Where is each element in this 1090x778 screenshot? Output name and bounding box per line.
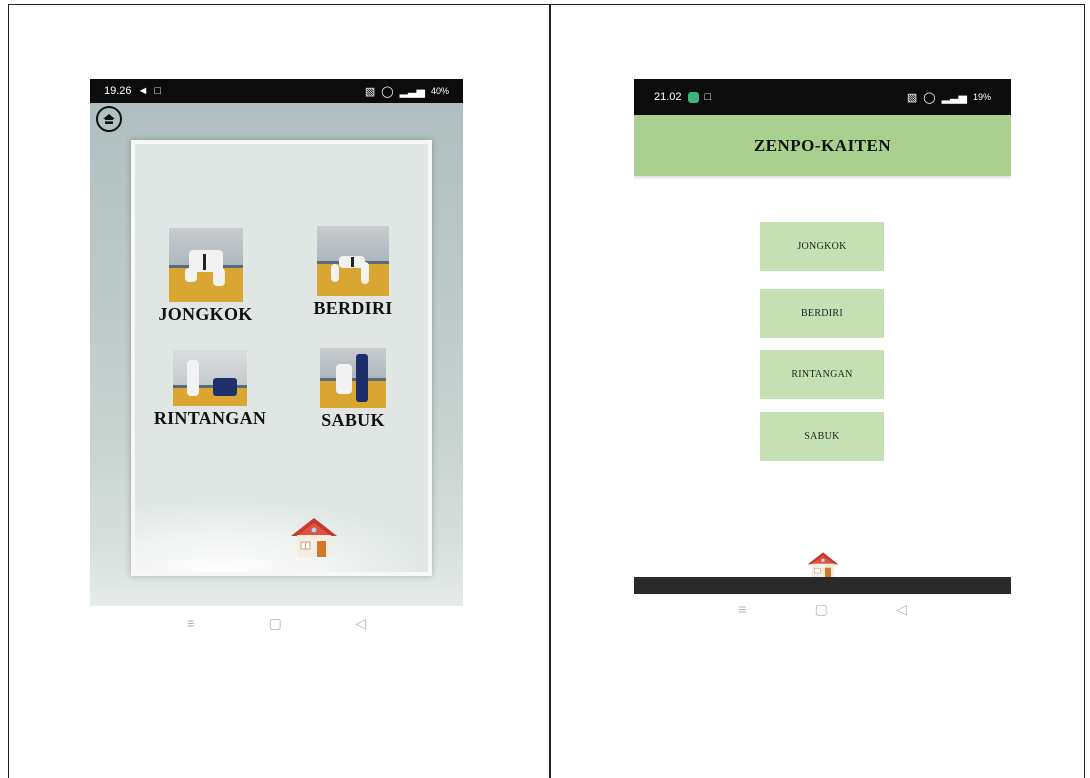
tile-label: BERDIRI (313, 298, 393, 318)
square-nav-icon[interactable]: ▢ (269, 615, 282, 632)
tile-jongkok[interactable]: JONGKOK (153, 228, 258, 325)
tile-label: SABUK (321, 410, 385, 430)
left-phone-screen: 19.26 ◄ □ ▧ ◯ ▂▃▅ 40% JONGKOK BERDIRI RI… (90, 79, 463, 606)
tile-label: JONGKOK (158, 304, 253, 324)
house-icon[interactable] (289, 516, 339, 558)
alarm-icon: ◯ (381, 85, 394, 98)
table-divider (549, 4, 551, 778)
signal-icon: ▂▃▅ (399, 85, 425, 98)
button-label: RINTANGAN (791, 369, 853, 380)
signal-icon: ▂▃▅ (941, 91, 967, 104)
menu-card: JONGKOK BERDIRI RINTANGAN SABUK (131, 140, 432, 576)
button-label: SABUK (804, 431, 840, 442)
vibrate-icon: ▧ (364, 85, 376, 98)
square-nav-icon[interactable]: ▢ (815, 601, 828, 618)
tile-rintangan[interactable]: RINTANGAN (145, 350, 275, 429)
wave-decoration (135, 502, 428, 572)
button-label: BERDIRI (800, 308, 844, 319)
screen-icon: □ (154, 85, 162, 97)
back-triangle-icon[interactable]: ◁ (355, 615, 366, 632)
left-nav-bar: ≡ ▢ ◁ (90, 606, 463, 640)
home-circle-icon[interactable] (96, 106, 122, 132)
left-status-bar: 19.26 ◄ □ ▧ ◯ ▂▃▅ 40% (90, 79, 463, 103)
back-triangle-icon[interactable]: ◁ (896, 601, 907, 618)
button-label: JONGKOK (797, 241, 847, 252)
vibrate-icon: ▧ (906, 91, 918, 104)
right-phone-screen: 21.02 □ ▧ ◯ ▂▃▅ 19% ZENPO-KAITEN JONGKOK… (634, 79, 1011, 594)
app-notification-icon (687, 91, 699, 103)
sabuk-photo (320, 348, 386, 408)
alarm-icon: ◯ (923, 91, 936, 104)
right-battery-level: 19% (972, 92, 991, 102)
berdiri-photo (317, 226, 389, 296)
page-title: ZENPO-KAITEN (753, 135, 892, 155)
screen-icon: □ (704, 91, 712, 103)
sabuk-button[interactable]: SABUK (760, 412, 884, 461)
right-status-time: 21.02 (654, 91, 682, 103)
rintangan-button[interactable]: RINTANGAN (760, 350, 884, 399)
bottom-dark-bar (634, 577, 1011, 594)
left-battery-level: 40% (430, 86, 449, 96)
house-icon[interactable] (806, 551, 840, 579)
send-icon: ◄ (137, 85, 149, 97)
jongkok-photo (168, 228, 243, 302)
right-status-bar: 21.02 □ ▧ ◯ ▂▃▅ 19% (634, 79, 1011, 115)
jongkok-button[interactable]: JONGKOK (760, 222, 884, 271)
left-status-time: 19.26 (104, 85, 132, 97)
tile-berdiri[interactable]: BERDIRI (303, 226, 403, 319)
menu-nav-icon[interactable]: ≡ (187, 615, 195, 631)
tile-label: RINTANGAN (153, 408, 267, 428)
app-bar: ZENPO-KAITEN (634, 115, 1011, 180)
rintangan-photo (173, 350, 247, 406)
berdiri-button[interactable]: BERDIRI (760, 289, 884, 338)
right-nav-bar: ≡ ▢ ◁ (634, 594, 1011, 624)
menu-nav-icon[interactable]: ≡ (738, 601, 746, 617)
tile-sabuk[interactable]: SABUK (303, 348, 403, 431)
